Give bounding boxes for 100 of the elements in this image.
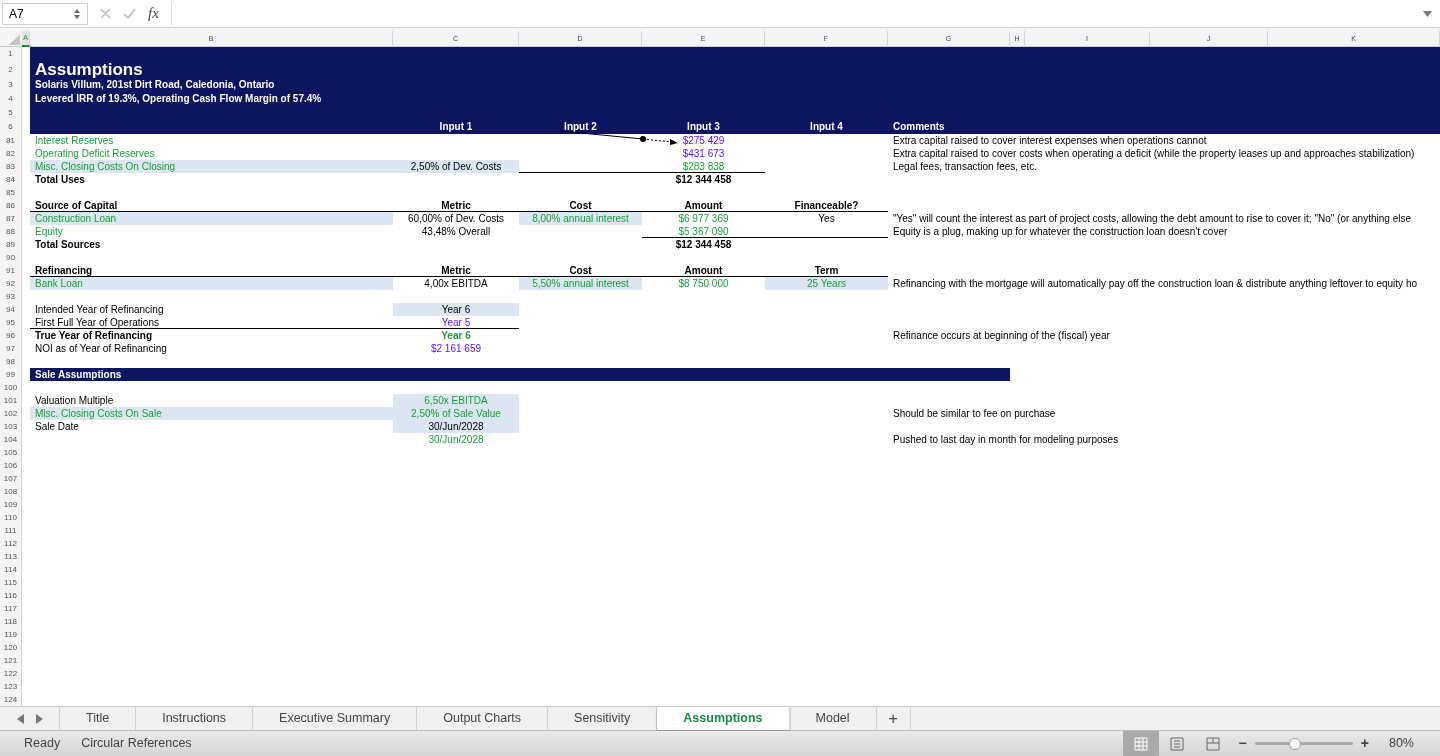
row-number[interactable]: 82 — [0, 147, 22, 160]
table-cell: Bank Loan — [30, 277, 393, 290]
sheet-tab[interactable]: Model — [789, 707, 877, 730]
row-number[interactable]: 6 — [0, 120, 22, 134]
table-cell-text: True Year of Refinancing — [34, 329, 154, 342]
zoom-in-button[interactable]: + — [1360, 733, 1369, 754]
normal-view-button[interactable] — [1122, 731, 1159, 756]
row-number[interactable]: 84 — [0, 173, 22, 186]
row-number[interactable]: 98 — [0, 355, 22, 368]
name-box[interactable]: A7 — [2, 2, 88, 25]
table-cell-text: Interest Reserves — [34, 134, 115, 147]
row-number[interactable]: 81 — [0, 134, 22, 147]
function-button[interactable]: fx — [148, 2, 159, 25]
table-cell-text: Cost — [568, 199, 593, 212]
row-number[interactable]: 119 — [0, 628, 22, 641]
row-number[interactable]: 101 — [0, 394, 22, 407]
table-cell-text: Metric — [440, 199, 472, 212]
table-cell-text: Pushed to last day in month for modeling purposes — [892, 433, 1120, 446]
row-number[interactable]: 118 — [0, 615, 22, 628]
row-number[interactable]: 111 — [0, 524, 22, 537]
row-number[interactable]: 100 — [0, 381, 22, 394]
row-number[interactable]: 107 — [0, 472, 22, 485]
sheet-tab[interactable]: Assumptions — [657, 707, 790, 730]
table-cell-text: Valuation Multiple — [34, 394, 115, 407]
table-cell-text: Yes — [817, 212, 836, 225]
table-cell-text: Input 1 — [438, 120, 474, 134]
table-cell: 30/Jun/2028 — [393, 420, 519, 433]
row-number[interactable]: 103 — [0, 420, 22, 433]
row-number[interactable]: 93 — [0, 290, 22, 303]
row-number[interactable]: 92 — [0, 277, 22, 290]
row-number[interactable]: 95 — [0, 316, 22, 329]
cancel-icon[interactable] — [100, 8, 111, 19]
row-number[interactable]: 123 — [0, 680, 22, 693]
next-sheet-icon[interactable] — [35, 713, 43, 724]
table-cell-text: $8 750 000 — [677, 277, 730, 290]
row-number[interactable]: 86 — [0, 199, 22, 212]
table-cell-text: Should be similar to fee on purchase — [892, 407, 1057, 420]
row-number[interactable]: 1 — [0, 47, 22, 61]
table-cell-text: $5 367 090 — [677, 225, 730, 238]
table-cell-text: Total Uses — [34, 173, 86, 186]
row-number[interactable]: 4 — [0, 92, 22, 106]
table-cell-text: Equity is a plug, making up for whatever the construction loan doesn't cover — [892, 225, 1229, 238]
table-cell: 6,50x EBITDA — [393, 394, 519, 407]
sheet-tab[interactable]: Instructions — [136, 707, 254, 730]
row-number[interactable]: 99 — [0, 368, 22, 381]
table-cell: 2,50% of Sale Value — [393, 407, 519, 420]
row-number[interactable]: 113 — [0, 550, 22, 563]
sheet-tab[interactable]: Output Charts — [417, 707, 549, 730]
row-number[interactable]: 3 — [0, 78, 22, 92]
row-number[interactable]: 5 — [0, 106, 22, 120]
row-number[interactable]: 115 — [0, 576, 22, 589]
row-number[interactable]: 114 — [0, 563, 22, 576]
table-cell-text: Levered IRR of 19.3%, Operating Cash Flow Margin of 57.4% — [34, 92, 323, 106]
row-number[interactable]: 121 — [0, 654, 22, 667]
row-number[interactable]: 2 — [0, 61, 22, 78]
row-number[interactable]: 85 — [0, 186, 22, 199]
row-number[interactable]: 116 — [0, 589, 22, 602]
table-cell-text: $431 673 — [681, 147, 726, 160]
zoom-slider-thumb[interactable] — [1289, 737, 1302, 750]
row-number[interactable]: 112 — [0, 537, 22, 550]
zoom-slider[interactable] — [1254, 736, 1353, 751]
row-number[interactable]: 87 — [0, 212, 22, 225]
row-number[interactable]: 91 — [0, 264, 22, 277]
row-number[interactable]: 94 — [0, 303, 22, 316]
caret-icon[interactable] — [1423, 10, 1432, 17]
row-number[interactable]: 106 — [0, 459, 22, 472]
table-cell-text: Operating Deficit Reserves — [34, 147, 156, 160]
zoom-out-button[interactable]: − — [1238, 733, 1247, 754]
table-cell-text: Extra capital raised to cover interest expenses when operations cannot — [892, 134, 1208, 147]
table-cell-text: NOI as of Year of Refinancing — [34, 342, 168, 355]
sheet-tab[interactable]: Title — [60, 707, 137, 730]
checkmark-icon[interactable] — [123, 8, 136, 19]
row-number[interactable]: 108 — [0, 485, 22, 498]
row-number[interactable]: 90 — [0, 251, 22, 264]
table-cell-text: $12 344 458 — [674, 238, 733, 251]
row-number[interactable]: 122 — [0, 667, 22, 680]
row-number[interactable]: 124 — [0, 693, 22, 706]
table-cell-text: Refinancing — [34, 264, 94, 277]
table-cell-text: Total Sources — [34, 238, 102, 251]
row-number[interactable]: 88 — [0, 225, 22, 238]
row-number[interactable]: 83 — [0, 160, 22, 173]
row-number[interactable]: 110 — [0, 511, 22, 524]
table-cell-text: $275 429 — [681, 134, 726, 147]
row-number[interactable]: 97 — [0, 342, 22, 355]
previous-sheet-icon[interactable] — [16, 713, 24, 724]
row-number[interactable]: 109 — [0, 498, 22, 511]
row-number[interactable]: 104 — [0, 433, 22, 446]
row-number[interactable]: 117 — [0, 602, 22, 615]
row-number[interactable]: 105 — [0, 446, 22, 459]
page-break-icon — [1205, 736, 1220, 751]
row-number[interactable]: 89 — [0, 238, 22, 251]
row-number[interactable]: 102 — [0, 407, 22, 420]
table-cell: Year 6 — [393, 303, 519, 316]
sheet-tab[interactable]: Executive Summary — [253, 707, 418, 730]
status-text: Ready — [24, 735, 61, 753]
add-sheet-button[interactable]: + — [876, 707, 911, 730]
table-cell-text: Input 4 — [809, 120, 844, 134]
row-number[interactable]: 120 — [0, 641, 22, 654]
row-number[interactable]: 96 — [0, 329, 22, 342]
table-cell-text: Input 2 — [563, 120, 598, 134]
